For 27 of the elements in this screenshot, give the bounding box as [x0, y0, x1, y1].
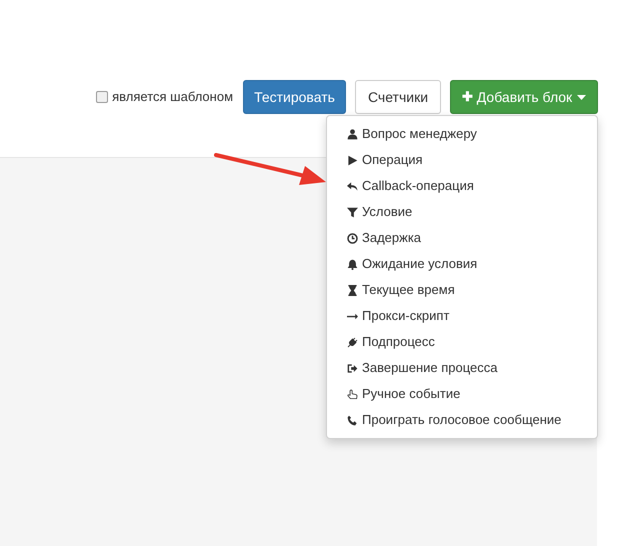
phone-icon: [347, 414, 358, 426]
plug-icon: [347, 336, 358, 348]
test-button[interactable]: Тестировать: [243, 80, 346, 114]
clock-icon: [347, 232, 358, 244]
menu-item[interactable]: Условие: [327, 199, 597, 225]
hourglass-icon: [347, 284, 358, 296]
menu-item[interactable]: Ожидание условия: [327, 251, 597, 277]
person-icon: [347, 128, 358, 140]
template-checkbox[interactable]: [96, 91, 108, 103]
menu-item[interactable]: Прокси-скрипт: [327, 303, 597, 329]
menu-item[interactable]: Callback-операция: [327, 173, 597, 199]
play-icon: [347, 154, 358, 166]
menu-item[interactable]: Проиграть голосовое сообщение: [327, 407, 597, 433]
bell-icon: [347, 258, 358, 270]
counters-button[interactable]: Счетчики: [355, 80, 441, 114]
menu-item[interactable]: Вопрос менеджеру: [327, 121, 597, 147]
menu-item[interactable]: Завершение процесса: [327, 355, 597, 381]
menu-item[interactable]: Задержка: [327, 225, 597, 251]
pointing-hand-icon: [347, 388, 358, 400]
menu-item[interactable]: Текущее время: [327, 277, 597, 303]
menu-item[interactable]: Ручное событие: [327, 381, 597, 407]
sign-out-icon: [347, 362, 358, 374]
checkbox-label: является шаблоном: [112, 88, 233, 106]
menu-item[interactable]: Операция: [327, 147, 597, 173]
reply-icon: [347, 180, 358, 192]
menu-item[interactable]: Подпроцесс: [327, 329, 597, 355]
funnel-icon: [347, 206, 358, 218]
